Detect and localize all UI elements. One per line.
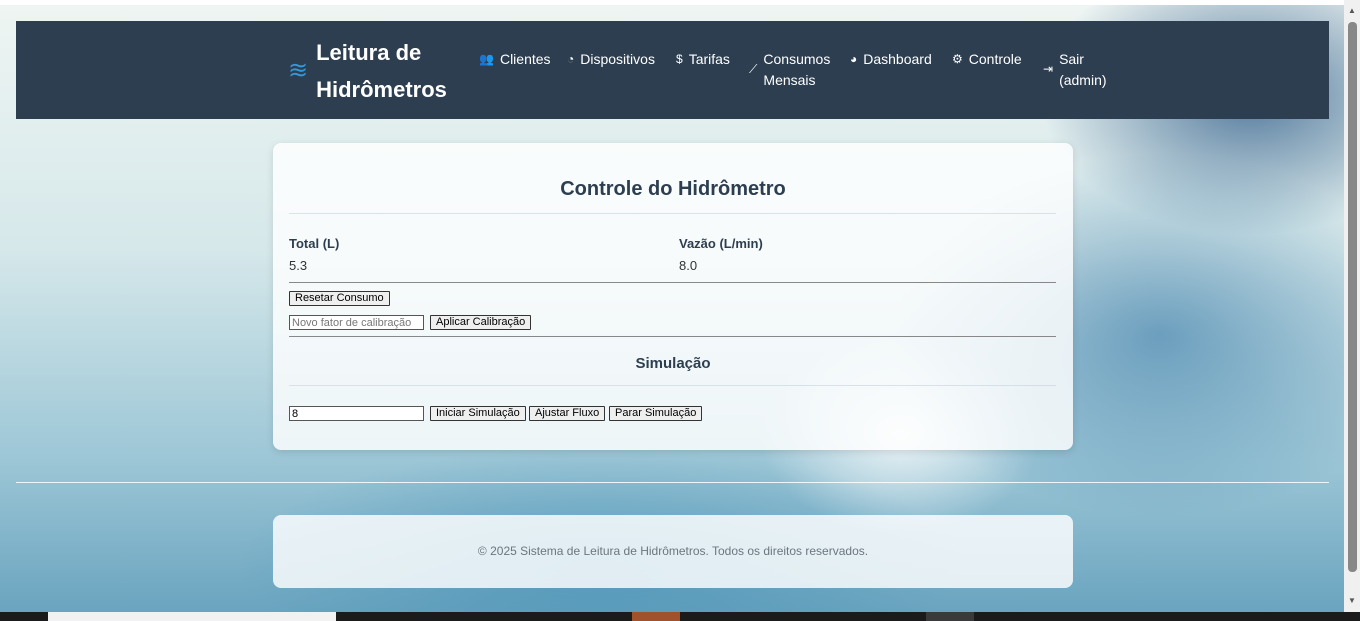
taskbar-app[interactable] (632, 612, 680, 621)
nav-item-controle[interactable]: ⚙ Controle (952, 49, 1022, 70)
chart-line-icon: ⟋ (749, 62, 758, 76)
control-title: Controle do Hidrômetro (560, 178, 786, 200)
gauge-icon: ◔ (567, 52, 575, 66)
scroll-up-icon[interactable]: ▲ (1348, 6, 1356, 15)
nav-label-line1: Sair (1059, 51, 1084, 67)
divider (289, 213, 1056, 214)
stop-simulation-button[interactable]: Parar Simulação (609, 406, 703, 421)
navbar: ≋ Leitura de Hidrômetros 👥 Clientes ◔ Di… (16, 21, 1329, 119)
footer: © 2025 Sistema de Leitura de Hidrômetros… (273, 515, 1073, 588)
nav-item-sair[interactable]: ⇥ Sair (admin) (1043, 49, 1107, 91)
nav-item-dispositivos[interactable]: ◔ Dispositivos (567, 49, 655, 70)
nav-label-line2: Mensais (763, 72, 816, 88)
nav-item-clientes[interactable]: 👥 Clientes (479, 49, 551, 70)
vertical-scrollbar[interactable]: ▲ ▼ (1344, 0, 1360, 612)
start-simulation-button[interactable]: Iniciar Simulação (430, 406, 526, 421)
nav-label: Dashboard (863, 51, 932, 67)
cogs-icon: ⚙ (952, 52, 963, 66)
divider (289, 385, 1056, 386)
water-icon: ≋ (288, 57, 309, 84)
simulation-title: Simulação (635, 355, 711, 372)
nav-item-consumos-mensais[interactable]: ⟋ Consumos Mensais (749, 49, 830, 91)
total-label: Total (L) (289, 236, 340, 251)
nav-label-line2: (admin) (1059, 72, 1107, 88)
divider (289, 336, 1056, 337)
adjust-flow-button[interactable]: Ajustar Fluxo (529, 406, 606, 421)
nav-label: Tarifas (688, 51, 730, 67)
flow-rate-input[interactable] (289, 406, 424, 421)
taskbar (0, 612, 1360, 621)
brand-line2: Hidrômetros (316, 77, 447, 102)
scroll-down-icon[interactable]: ▼ (1348, 596, 1356, 605)
copyright-text: © 2025 Sistema de Leitura de Hidrômetros… (477, 544, 869, 558)
nav-label-line1: Consumos (763, 51, 831, 67)
nav-item-tarifas[interactable]: $ Tarifas (676, 49, 730, 70)
dollar-icon: $ (676, 52, 683, 66)
nav-label: Controle (968, 51, 1022, 67)
nav-label: Dispositivos (580, 51, 655, 67)
pie-chart-icon: ◕ (850, 52, 858, 66)
taskbar-app[interactable] (926, 612, 974, 621)
flow-label: Vazão (L/min) (679, 236, 763, 251)
control-card: Controle do Hidrômetro Total (L) 5.3 Vaz… (273, 143, 1073, 450)
calibration-input[interactable] (289, 315, 424, 330)
nav-label: Clientes (499, 51, 551, 67)
divider (289, 282, 1056, 283)
total-value: 5.3 (289, 258, 308, 273)
nav-label: Consumos Mensais (763, 49, 830, 91)
sign-out-icon: ⇥ (1043, 62, 1054, 76)
users-icon: 👥 (479, 52, 494, 66)
reset-consumption-button[interactable]: Resetar Consumo (289, 291, 390, 306)
apply-calibration-button[interactable]: Aplicar Calibração (430, 315, 532, 330)
nav-item-dashboard[interactable]: ◕ Dashboard (850, 49, 932, 70)
scrollbar-thumb[interactable] (1348, 22, 1357, 572)
taskbar-search[interactable] (48, 612, 336, 621)
brand[interactable]: ≋ Leitura de Hidrômetros (288, 34, 456, 108)
brand-line1: Leitura de (316, 40, 422, 65)
brand-title: Leitura de Hidrômetros (316, 34, 456, 108)
flow-value: 8.0 (679, 258, 698, 273)
nav-label: Sair (admin) (1059, 49, 1106, 91)
page-divider (16, 482, 1329, 483)
